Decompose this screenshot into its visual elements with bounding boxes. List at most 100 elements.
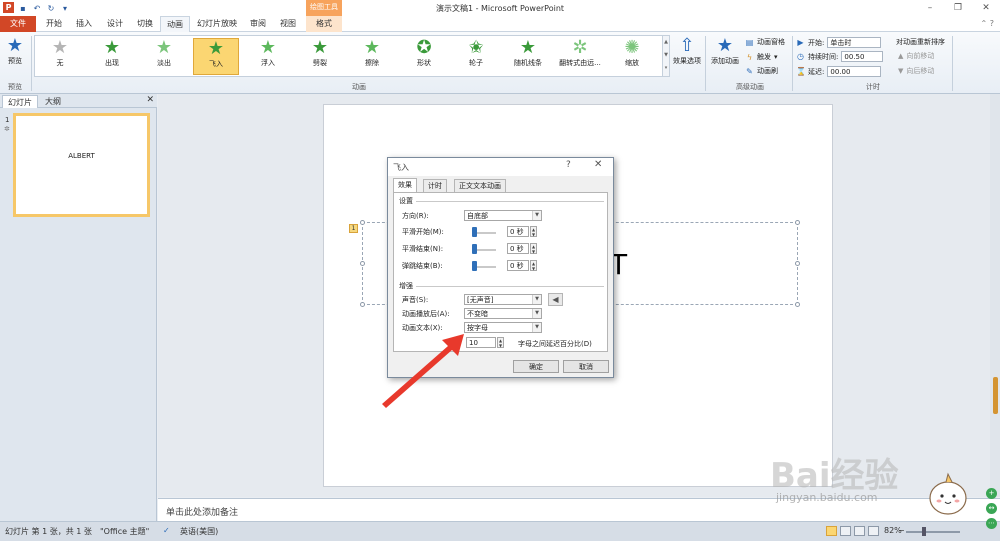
close-icon[interactable]: ✕ [972, 0, 1000, 16]
animation-fly-in[interactable]: ★ 飞入 [193, 38, 239, 75]
smooth-start-spinner[interactable]: ▲ ▼ [530, 226, 537, 237]
tab-review[interactable]: 审阅 [244, 16, 272, 32]
animate-text-select[interactable]: 按字母 ▼ [464, 322, 542, 333]
language[interactable]: 英语(美国) [180, 526, 218, 537]
animation-painter-button[interactable]: ✎ 动画刷 [745, 66, 778, 76]
smooth-end-input[interactable]: 0 秒 [507, 243, 529, 254]
move-later-button[interactable]: ▼ 向后移动 [898, 66, 934, 76]
animation-wipe[interactable]: ★ 擦除 [349, 38, 395, 75]
tab-file[interactable]: 文件 [0, 16, 36, 32]
drawing-tools-header: 绘图工具 [306, 0, 342, 17]
smooth-end-spinner[interactable]: ▲ ▼ [530, 243, 537, 254]
tab-text-animation[interactable]: 正文文本动画 [454, 179, 506, 192]
help-icon[interactable]: ? [566, 160, 571, 170]
tab-outline[interactable]: 大纲 [40, 95, 66, 108]
tab-home[interactable]: 开始 [40, 16, 68, 32]
speaker-icon[interactable]: ◀ [548, 293, 563, 306]
tab-timing[interactable]: 计时 [423, 179, 447, 192]
zoom-out-icon[interactable]: − [898, 526, 905, 535]
slide-thumbnail[interactable]: ALBERT [13, 113, 150, 217]
sound-select[interactable]: [无声音] ▼ [464, 294, 542, 305]
star-icon: ✪ [416, 37, 432, 58]
resize-handle[interactable] [360, 302, 365, 307]
resize-handle[interactable] [360, 220, 365, 225]
star-icon: ✬ [468, 37, 484, 58]
spellcheck-icon[interactable]: ✓ [163, 526, 170, 535]
animation-none[interactable]: ★ 无 [37, 38, 83, 75]
preview-button[interactable]: ★ 预览 [4, 36, 26, 66]
after-animation-select[interactable]: 不变暗 ▼ [464, 308, 542, 319]
more-icon[interactable]: ⋯ [986, 518, 997, 529]
tab-view[interactable]: 视图 [274, 16, 302, 32]
tab-slides[interactable]: 幻灯片 [2, 95, 38, 108]
section-divider [416, 286, 604, 287]
window-title: 演示文稿1 - Microsoft PowerPoint [435, 4, 565, 13]
smooth-start-slider-thumb[interactable] [472, 227, 477, 237]
resize-handle[interactable] [795, 261, 800, 266]
down-triangle-icon: ▼ [898, 67, 904, 75]
resize-handle[interactable] [795, 220, 800, 225]
trigger-label: 触发 [757, 53, 771, 61]
scrollbar-thumb[interactable] [993, 377, 998, 414]
dialog-close-icon[interactable]: ✕ [594, 159, 602, 170]
resize-handle[interactable] [360, 261, 365, 266]
letter-delay-spinner[interactable]: ▲ ▼ [497, 337, 504, 348]
add-animation-label: 添加动画 [711, 57, 739, 65]
tab-format[interactable]: 格式 [306, 16, 342, 32]
slides-pane: 幻灯片 大纲 ✕ 1 ✲ ALBERT [0, 94, 157, 521]
animation-pane-button[interactable]: ▤ 动画窗格 [745, 37, 785, 47]
ok-button[interactable]: 确定 [513, 360, 559, 373]
animation-split[interactable]: ★ 劈裂 [297, 38, 343, 75]
share-icon[interactable]: + [986, 488, 997, 499]
animation-appear[interactable]: ★ 出现 [89, 38, 135, 75]
duration-spinner[interactable]: 00.50 [841, 51, 884, 62]
add-animation-button[interactable]: ★ 添加动画 [708, 36, 742, 66]
reading-view-button[interactable] [854, 526, 865, 536]
animation-label: 随机线条 [514, 59, 542, 67]
effect-options-button[interactable]: ⇧ 效果选项 [670, 36, 704, 66]
bounce-end-spinner[interactable]: ▲ ▼ [530, 260, 537, 271]
smooth-start-input[interactable]: 0 秒 [507, 226, 529, 237]
bounce-end-slider-thumb[interactable] [472, 261, 477, 271]
maximize-icon[interactable]: ❐ [944, 0, 972, 16]
start-select[interactable]: 单击时 [827, 37, 882, 48]
animation-wheel[interactable]: ✬ 轮子 [453, 38, 499, 75]
animation-random-bars[interactable]: ★ 随机线条 [505, 38, 551, 75]
normal-view-button[interactable] [826, 526, 837, 536]
minimize-icon[interactable]: – [916, 0, 944, 16]
tab-transitions[interactable]: 切换 [131, 16, 159, 32]
tab-insert[interactable]: 插入 [70, 16, 98, 32]
section-divider [416, 201, 604, 202]
animation-zoom[interactable]: ✺ 缩放 [609, 38, 655, 75]
ribbon-help-icon[interactable]: ⌃ ? [981, 19, 995, 28]
pane-close-icon[interactable]: ✕ [146, 95, 154, 105]
smooth-end-slider-thumb[interactable] [472, 244, 477, 254]
animation-label: 缩放 [625, 59, 639, 67]
animation-float-in[interactable]: ★ 浮入 [245, 38, 291, 75]
start-row: ▶ 开始: 单击时 [796, 37, 882, 48]
move-earlier-button[interactable]: ▲ 向前移动 [898, 51, 934, 61]
vertical-scrollbar[interactable] [990, 94, 1000, 497]
direction-select[interactable]: 自底部 ▼ [464, 210, 542, 221]
zoom-slider[interactable] [906, 531, 960, 533]
animation-grow-turn[interactable]: ✲ 翻转式由远... [557, 38, 603, 75]
animation-order-tag[interactable]: 1 [349, 224, 358, 233]
animation-shape[interactable]: ✪ 形状 [401, 38, 447, 75]
animation-fade[interactable]: ★ 淡出 [141, 38, 187, 75]
tab-animations[interactable]: 动画 [160, 16, 190, 33]
delay-spinner[interactable]: 00.00 [827, 66, 882, 77]
slideshow-view-button[interactable] [868, 526, 879, 536]
tab-effect[interactable]: 效果 [393, 178, 417, 192]
bounce-end-input[interactable]: 0 秒 [507, 260, 529, 271]
gallery-scroll[interactable]: ▲ ▼ ▾ [662, 35, 670, 77]
trigger-button[interactable]: ϟ 触发 ▾ [745, 52, 778, 62]
slide-sorter-view-button[interactable] [840, 526, 851, 536]
resize-handle[interactable] [795, 302, 800, 307]
zoom-slider-knob[interactable] [922, 527, 926, 536]
animation-pane-label: 动画窗格 [757, 38, 785, 46]
cancel-button[interactable]: 取消 [563, 360, 609, 373]
tab-slideshow[interactable]: 幻灯片放映 [193, 16, 241, 32]
tab-design[interactable]: 设计 [101, 16, 129, 32]
link-icon[interactable]: ↔ [986, 503, 997, 514]
letter-delay-input[interactable]: 10 [466, 337, 496, 348]
